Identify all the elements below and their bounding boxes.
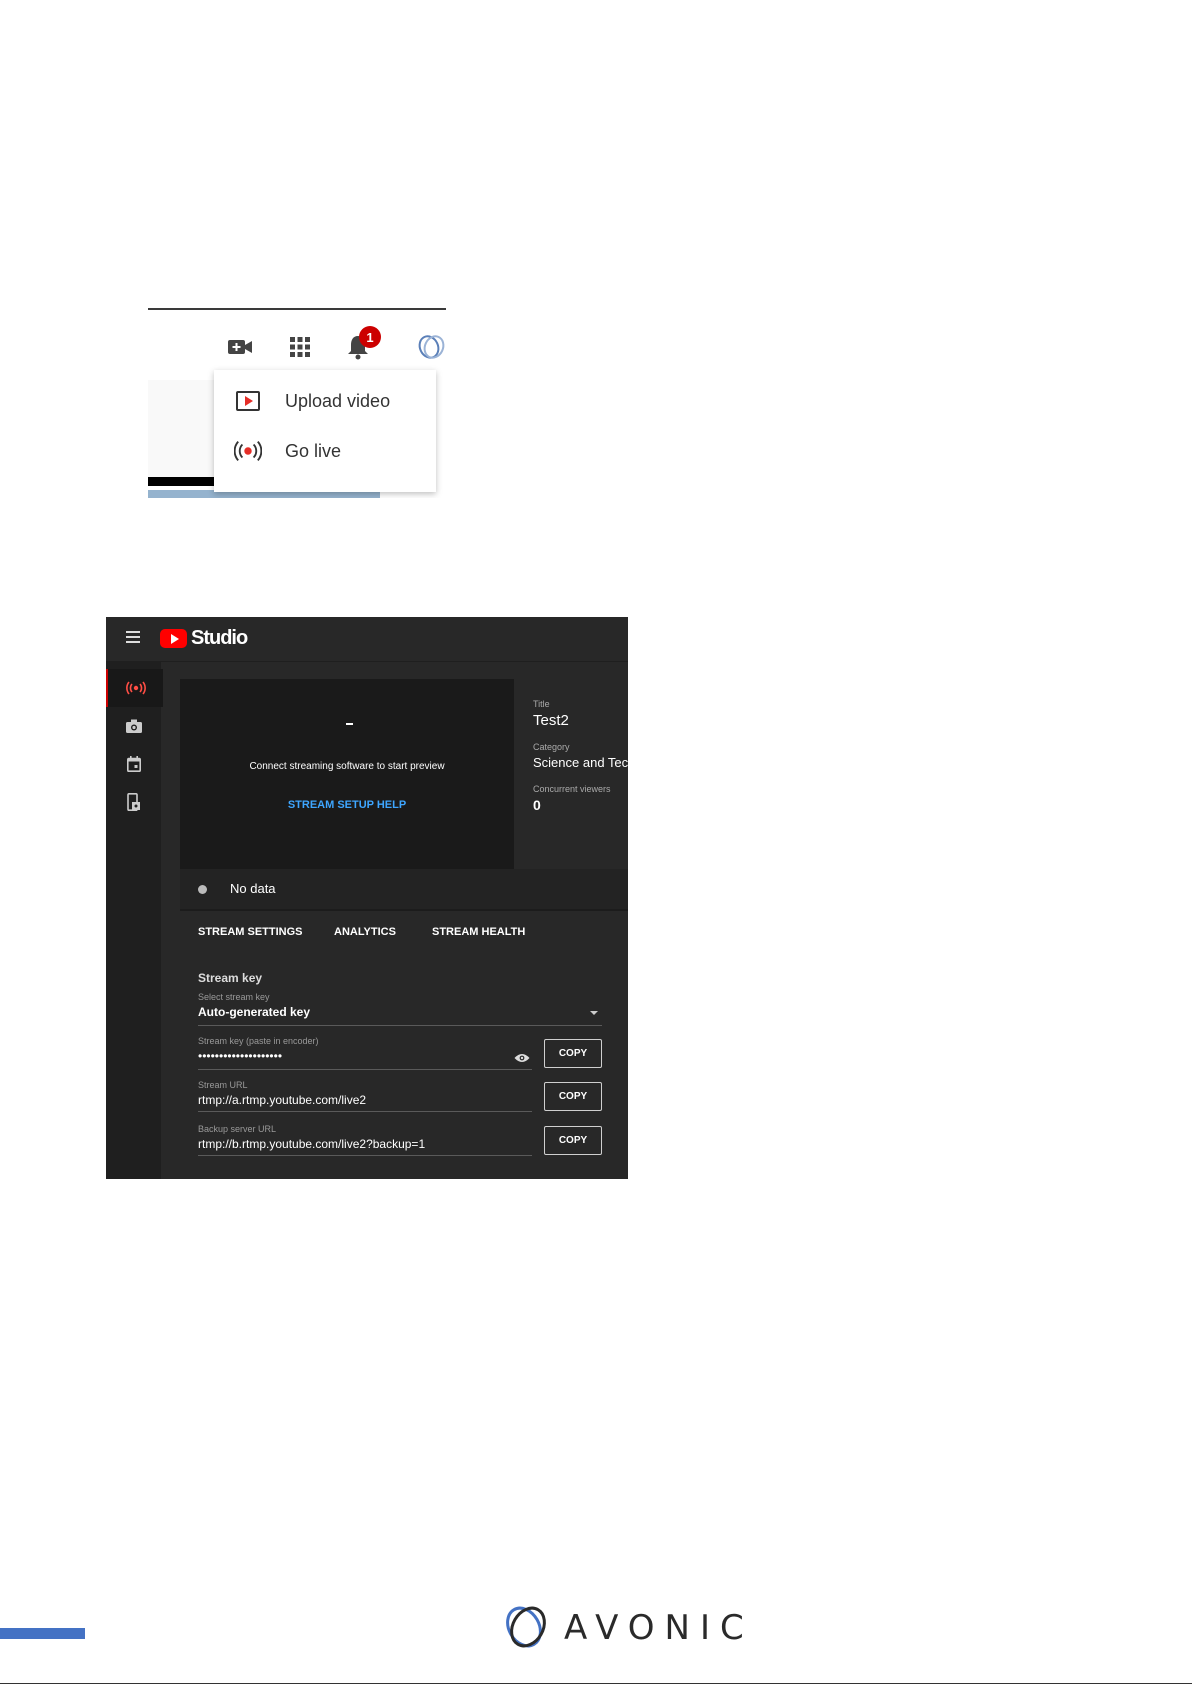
stream-key-value: •••••••••••••••••••• — [198, 1049, 283, 1063]
copy-backup-url-button[interactable]: COPY — [544, 1126, 602, 1155]
avonic-logo-icon — [498, 1604, 554, 1655]
stream-status-row: No data — [180, 869, 628, 909]
page-bottom-rule — [0, 1683, 1192, 1684]
tab-stream-settings[interactable]: STREAM SETTINGS — [180, 911, 320, 953]
page-content-background — [148, 380, 214, 480]
show-key-eye-icon[interactable] — [514, 1050, 530, 1068]
tab-stream-health[interactable]: STREAM HEALTH — [432, 911, 525, 953]
stream-key-section-title: Stream key — [198, 971, 263, 985]
concurrent-viewers-label: Concurrent viewers — [533, 784, 611, 794]
preview-message: Connect streaming software to start prev… — [249, 761, 445, 772]
apps-grid-icon[interactable] — [287, 334, 313, 360]
studio-top-bar: Studio — [106, 617, 628, 662]
youtube-create-menu-screenshot: 1 Upload video Go live — [148, 308, 446, 498]
mobile-stream-icon — [126, 793, 140, 811]
copy-stream-url-button[interactable]: COPY — [544, 1082, 602, 1111]
live-stream-icon — [125, 681, 146, 695]
youtube-studio-live-screenshot: Studio Connect streaming software to sta… — [106, 617, 628, 1179]
account-avatar-icon[interactable] — [416, 334, 446, 360]
stream-url-value: rtmp://a.rtmp.youtube.com/live2 — [198, 1093, 367, 1107]
menu-item-upload-video[interactable]: Upload video — [214, 378, 436, 424]
footer-accent-bar — [0, 1628, 85, 1639]
stream-url-field[interactable]: Stream URL rtmp://a.rtmp.youtube.com/liv… — [198, 1080, 532, 1112]
youtube-logo-icon[interactable] — [160, 629, 187, 648]
title-label: Title — [533, 699, 550, 709]
dropdown-caret-icon — [590, 1011, 598, 1015]
nav-item-webcam[interactable] — [106, 707, 161, 745]
preview-placeholder-mark — [346, 723, 353, 725]
upload-video-label: Upload video — [285, 390, 391, 411]
hamburger-menu-icon[interactable] — [126, 631, 140, 643]
stream-setup-help-link[interactable]: STREAM SETUP HELP — [180, 799, 514, 811]
calendar-icon — [126, 756, 141, 772]
upload-video-icon — [234, 388, 262, 414]
backup-url-label: Backup server URL — [198, 1124, 277, 1134]
camera-icon — [125, 719, 142, 733]
go-live-label: Go live — [285, 440, 342, 461]
stream-preview: Connect streaming software to start prev… — [180, 679, 514, 869]
header-divider — [148, 308, 446, 310]
stream-key-field[interactable]: Stream key (paste in encoder) ••••••••••… — [198, 1036, 532, 1070]
stream-status-text: No data — [230, 881, 276, 896]
backup-url-value: rtmp://b.rtmp.youtube.com/live2?backup=1 — [198, 1137, 426, 1151]
create-dropdown-menu: Upload video Go live — [214, 370, 436, 492]
select-stream-key-value: Auto-generated key — [198, 1005, 311, 1019]
select-stream-key-dropdown[interactable]: Select stream key Auto-generated key — [198, 992, 602, 1026]
backup-server-url-field[interactable]: Backup server URL rtmp://b.rtmp.youtube.… — [198, 1124, 532, 1156]
create-video-icon[interactable] — [226, 334, 254, 360]
select-stream-key-label: Select stream key — [198, 992, 270, 1002]
concurrent-viewers-value: 0 — [533, 797, 541, 813]
nav-item-stream[interactable] — [106, 669, 163, 707]
stream-info-panel: Title Test2 Category Science and Tech Co… — [514, 679, 628, 869]
category-value: Science and Tech — [533, 755, 628, 770]
title-value: Test2 — [533, 712, 569, 729]
tab-analytics[interactable]: ANALYTICS — [334, 911, 396, 953]
nav-item-manage[interactable] — [106, 745, 161, 783]
avonic-brand-name: AVONIC — [564, 1608, 754, 1648]
studio-app-name: Studio — [191, 627, 248, 649]
studio-left-nav — [106, 661, 163, 1179]
stream-url-label: Stream URL — [198, 1080, 248, 1090]
live-broadcast-icon — [234, 438, 262, 464]
category-label: Category — [533, 742, 570, 752]
notification-count-badge: 1 — [359, 326, 381, 348]
stream-settings-panel: Stream key Select stream key Auto-genera… — [180, 951, 628, 1179]
stream-tabs: STREAM SETTINGS ANALYTICS STREAM HEALTH — [180, 909, 628, 953]
stream-key-label: Stream key (paste in encoder) — [198, 1036, 319, 1046]
status-dot-icon — [198, 885, 207, 894]
copy-stream-key-button[interactable]: COPY — [544, 1039, 602, 1068]
nav-item-mobile[interactable] — [106, 783, 161, 821]
menu-item-go-live[interactable]: Go live — [214, 428, 436, 474]
